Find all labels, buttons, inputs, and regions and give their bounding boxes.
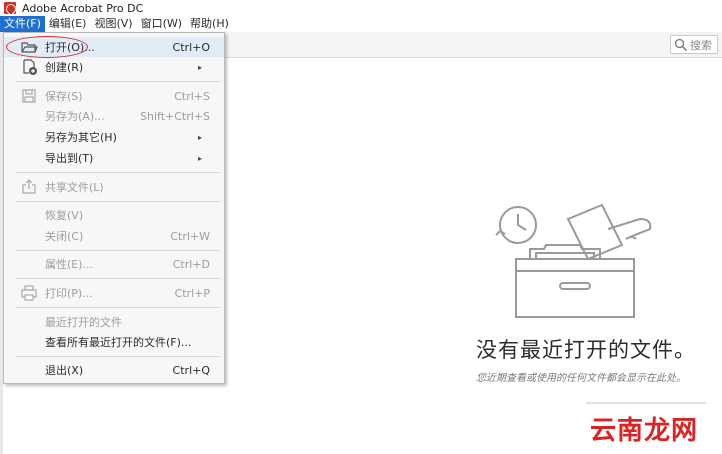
menu-item-label: 恢复(V) [45,209,84,222]
menu-item-label: 创建(R) [45,61,84,74]
menu-separator [16,201,220,202]
save-icon [22,89,36,103]
menu-item-shortcut: Ctrl+W [170,229,210,243]
file-menu-dropdown: 打开(O)... Ctrl+O 创建(R) ▸ 保存(S) Ctrl+S 另存为… [3,32,225,384]
menu-item-shortcut: Ctrl+O [172,40,210,54]
menu-edit[interactable]: 编辑(E) [45,16,91,32]
menu-item-save-as[interactable]: 另存为(A)... Shift+Ctrl+S [4,106,224,126]
menu-separator [16,278,220,279]
acrobat-logo-icon [4,2,16,14]
menu-file[interactable]: 文件(F) [0,16,45,32]
menu-item-save[interactable]: 保存(S) Ctrl+S [4,86,224,106]
menu-item-shortcut: Ctrl+D [172,257,210,271]
menu-item-close[interactable]: 关闭(C) Ctrl+W [4,226,224,246]
menu-item-label: 另存为(A)... [45,110,105,123]
menu-item-shortcut: Ctrl+S [174,89,210,103]
menu-item-label: 共享文件(L) [45,181,104,194]
menu-item-label: 保存(S) [45,90,83,103]
menu-item-save-as-other[interactable]: 另存为其它(H) ▸ [4,127,224,147]
menu-view[interactable]: 视图(V) [90,16,136,32]
empty-state-subtitle: 您近期查看或使用的任何文件都会显示在此处。 [476,373,686,384]
menu-window[interactable]: 窗口(W) [137,16,186,32]
search-icon [674,38,688,51]
menu-item-label: 最近打开的文件 [45,316,122,329]
share-icon [22,179,36,194]
menu-item-label: 属性(E)... [45,258,94,271]
watermark-logo: 云南龙网 [590,416,699,446]
menu-item-label: 查看所有最近打开的文件(F)... [45,336,192,349]
submenu-arrow-icon: ▸ [197,62,202,72]
window-title: Adobe Acrobat Pro DC [22,1,144,15]
menu-item-shortcut: Shift+Ctrl+S [140,109,210,123]
menu-item-share-file[interactable]: 共享文件(L) [4,177,224,197]
watermark-line [586,402,706,404]
menu-item-exit[interactable]: 退出(X) Ctrl+Q [4,360,224,380]
menu-item-properties[interactable]: 属性(E)... Ctrl+D [4,254,224,274]
menu-item-create[interactable]: 创建(R) ▸ [4,57,224,77]
menu-item-revert[interactable]: 恢复(V) [4,205,224,225]
empty-state-title: 没有最近打开的文件。 [476,338,696,362]
menu-help[interactable]: 帮助(H) [186,16,233,32]
menu-bar: 文件(F) 编辑(E) 视图(V) 窗口(W) 帮助(H) [0,16,722,32]
menu-item-export-to[interactable]: 导出到(T) ▸ [4,148,224,168]
menu-item-recent-files: 最近打开的文件 [4,312,224,332]
menu-item-label: 退出(X) [45,364,84,377]
submenu-arrow-icon: ▸ [197,153,202,163]
search-input[interactable]: 搜索 [670,35,718,54]
menu-item-label: 打印(P)... [45,287,93,300]
menu-separator [16,307,220,308]
menu-item-view-all-recent[interactable]: 查看所有最近打开的文件(F)... [4,332,224,352]
menu-item-label: 导出到(T) [45,152,94,165]
menu-item-print[interactable]: 打印(P)... Ctrl+P [4,283,224,303]
menu-item-shortcut: Ctrl+Q [172,363,210,377]
menu-item-label: 另存为其它(H) [45,131,117,144]
create-pdf-icon [23,59,37,75]
highlight-circle-annotation [6,36,88,58]
menu-item-label: 关闭(C) [45,230,84,243]
submenu-arrow-icon: ▸ [197,132,202,142]
title-bar: Adobe Acrobat Pro DC [0,0,722,16]
menu-separator [16,250,220,251]
menu-item-shortcut: Ctrl+P [174,286,210,300]
print-icon [21,285,37,301]
menu-separator [16,356,220,357]
menu-separator [16,81,220,82]
search-label: 搜索 [690,38,712,52]
menu-separator [16,172,220,173]
toolbar: 搜索 [225,32,722,58]
empty-files-illustration [495,203,652,318]
